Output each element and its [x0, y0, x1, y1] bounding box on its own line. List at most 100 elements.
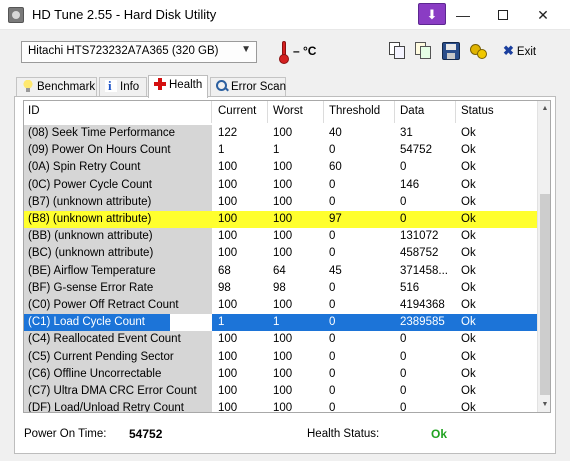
tab-error-scan[interactable]: Error Scan [210, 77, 286, 97]
tab-benchmark[interactable]: Benchmark [16, 77, 97, 97]
smart-attributes-table[interactable]: ID Current Worst Threshold Data Status (… [23, 100, 551, 413]
table-row[interactable]: (BE) Airflow Temperature 68 64 45 371458... O… [24, 262, 537, 280]
cell-data: 458752 [400, 247, 439, 260]
table-row[interactable]: (BF) G-sense Error Rate 98 98 0 516 Ok [24, 279, 537, 297]
cell-data: 371458... [400, 264, 448, 277]
maximize-icon [498, 10, 508, 21]
cell-id: (08) Seek Time Performance [24, 125, 212, 143]
cell-threshold: 0 [329, 281, 336, 294]
health-status-value: Ok [431, 427, 448, 441]
cell-worst: 64 [273, 264, 286, 277]
tab-health[interactable]: Health [148, 75, 208, 98]
cell-threshold: 0 [329, 299, 336, 311]
scroll-down-icon[interactable]: ▼ [538, 397, 550, 412]
scrollbar-thumb[interactable] [540, 194, 550, 395]
table-row[interactable]: (0C) Power Cycle Count 100 100 0 146 Ok [24, 176, 537, 194]
cell-id: (B7) (unknown attribute) [24, 193, 212, 211]
cell-threshold: 45 [329, 264, 342, 277]
tab-info[interactable]: Info [99, 77, 147, 97]
cell-id: (C0) Power Off Retract Count [24, 297, 212, 315]
cell-data: 4194368 [400, 299, 445, 311]
cell-worst: 98 [273, 281, 286, 294]
cell-threshold: 0 [329, 230, 336, 243]
scroll-up-icon[interactable]: ▲ [538, 101, 550, 116]
table-row[interactable]: (B7) (unknown attribute) 100 100 0 0 Ok [24, 193, 537, 211]
options-gear-icon[interactable] [470, 42, 488, 60]
column-header-id[interactable]: ID [24, 101, 212, 123]
cell-threshold: 40 [329, 127, 342, 139]
table-row[interactable]: (C6) Offline Uncorrectable 100 100 0 0 Ok [24, 365, 537, 383]
cell-id: (C7) Ultra DMA CRC Error Count [24, 383, 212, 401]
table-row[interactable]: (C0) Power Off Retract Count 100 100 0 41943… [24, 297, 537, 315]
table-row[interactable]: (C7) Ultra DMA CRC Error Count 100 100 0 0 Ok [24, 383, 537, 401]
cell-worst: 100 [273, 195, 293, 208]
cell-worst: 100 [273, 213, 293, 225]
table-row[interactable]: (0A) Spin Retry Count 100 100 60 0 Ok [24, 159, 537, 177]
cell-worst: 100 [273, 161, 293, 174]
column-header-threshold[interactable]: Threshold [325, 101, 395, 123]
cell-id: (C4) Reallocated Event Count [24, 331, 212, 349]
health-panel: ID Current Worst Threshold Data Status (… [14, 96, 556, 454]
save-icon[interactable] [442, 42, 460, 60]
cell-current: 100 [218, 350, 238, 363]
health-status-label: Health Status: [307, 428, 380, 440]
cell-status: Ok [461, 264, 476, 277]
table-row[interactable]: (BB) (unknown attribute) 100 100 0 131072 Ok [24, 228, 537, 246]
table-row[interactable]: (08) Seek Time Performance 122 100 40 31 Ok [24, 125, 537, 143]
cell-threshold: 0 [329, 144, 336, 157]
cell-id: (BB) (unknown attribute) [24, 228, 212, 246]
cell-id: (09) Power On Hours Count [24, 142, 212, 160]
cell-worst: 100 [273, 299, 293, 311]
cell-threshold: 97 [329, 213, 342, 225]
power-on-time-value: 54752 [129, 427, 163, 441]
cell-status: Ok [461, 367, 476, 380]
cell-status: Ok [461, 247, 476, 260]
toolbar: Hitachi HTS723232A7A365 (320 GB) ▼ – °C … [0, 31, 570, 73]
table-row[interactable]: (09) Power On Hours Count 1 1 0 54752 Ok [24, 142, 537, 160]
lightbulb-icon [22, 80, 34, 92]
hdtune-app-icon [8, 7, 24, 23]
cell-data: 0 [400, 195, 407, 208]
copy-text-icon[interactable] [389, 42, 407, 60]
cell-status: Ok [461, 350, 476, 363]
cell-current: 100 [218, 385, 238, 397]
cell-current: 1 [218, 144, 225, 157]
cell-current: 98 [218, 281, 231, 294]
table-row[interactable]: (DF) Load/Unload Retry Count 100 100 0 0 Ok [24, 400, 537, 413]
column-header-worst[interactable]: Worst [269, 101, 324, 123]
exit-button[interactable]: ✖ Exit [503, 43, 536, 59]
cell-threshold: 0 [329, 385, 336, 397]
cell-data: 2389585 [400, 316, 445, 329]
cell-current: 100 [218, 230, 238, 243]
table-row[interactable]: (B8) (unknown attribute) 100 100 97 0 Ok [24, 211, 537, 229]
table-row[interactable]: (C4) Reallocated Event Count 100 100 0 0 Ok [24, 331, 537, 349]
cell-worst: 100 [273, 385, 293, 397]
table-row[interactable]: (C5) Current Pending Sector 100 100 0 0 Ok [24, 348, 537, 366]
cell-worst: 1 [273, 316, 280, 329]
table-row[interactable]: (C1) Load Cycle Count 1 1 0 2389585 Ok [24, 314, 537, 332]
cell-data: 54752 [400, 144, 432, 157]
vertical-scrollbar[interactable]: ▲ ▼ [537, 101, 550, 412]
column-header-status[interactable]: Status [457, 101, 537, 123]
cell-current: 100 [218, 333, 238, 346]
chevron-down-icon: ▼ [241, 44, 251, 55]
cell-threshold: 0 [329, 247, 336, 260]
drive-select[interactable]: Hitachi HTS723232A7A365 (320 GB) ▼ [21, 41, 257, 63]
window-title: HD Tune 2.55 - Hard Disk Utility [32, 7, 217, 22]
cell-threshold: 0 [329, 178, 336, 191]
copy-screenshot-icon[interactable] [415, 42, 433, 60]
close-button[interactable]: ✕ [520, 0, 566, 30]
cell-worst: 100 [273, 367, 293, 380]
column-header-data[interactable]: Data [396, 101, 456, 123]
selection-gap [170, 314, 212, 332]
cell-threshold: 60 [329, 161, 342, 174]
magnifier-icon [216, 80, 228, 92]
cell-data: 0 [400, 161, 407, 174]
table-row[interactable]: (BC) (unknown attribute) 100 100 0 458752 Ok [24, 245, 537, 263]
cell-data: 0 [400, 350, 407, 363]
cell-status: Ok [461, 385, 476, 397]
cell-current: 100 [218, 213, 238, 225]
cell-threshold: 0 [329, 402, 336, 413]
column-header-current[interactable]: Current [214, 101, 268, 123]
cell-worst: 100 [273, 230, 293, 243]
